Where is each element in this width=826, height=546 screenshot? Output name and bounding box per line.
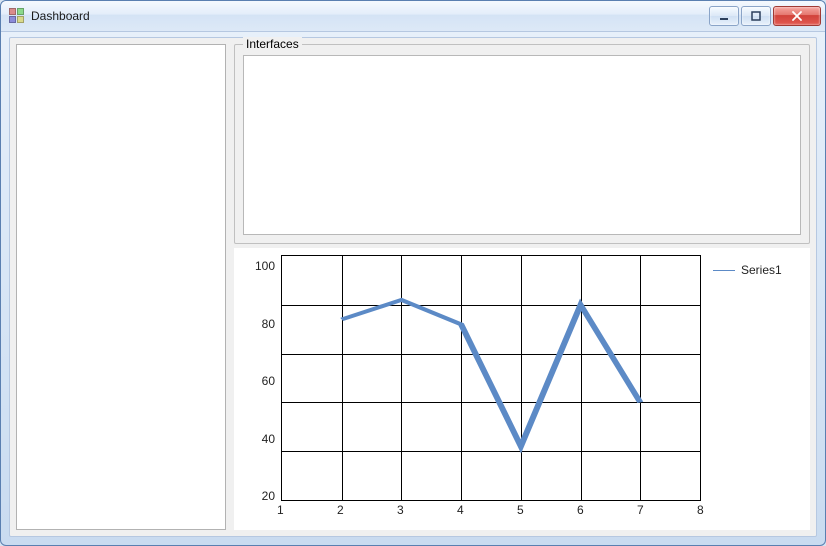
legend-label: Series1 <box>741 263 782 277</box>
legend-swatch-icon <box>713 270 735 271</box>
maximize-button[interactable] <box>741 6 771 26</box>
client-area: Interfaces 100 80 60 40 20 <box>9 37 817 537</box>
chart-legend: Series1 <box>701 255 801 525</box>
window-controls <box>709 6 821 26</box>
chart-area: 100 80 60 40 20 12345 <box>234 248 810 530</box>
chart-plot <box>281 255 701 501</box>
minimize-icon <box>719 11 729 21</box>
y-tick: 100 <box>241 259 275 273</box>
close-button[interactable] <box>773 6 821 26</box>
maximize-icon <box>751 11 761 21</box>
chart-y-axis: 100 80 60 40 20 <box>241 255 281 525</box>
chart-x-axis: 12345678 <box>281 501 701 525</box>
interfaces-label: Interfaces <box>243 37 302 51</box>
app-icon <box>9 8 25 24</box>
interfaces-groupbox: Interfaces <box>234 44 810 244</box>
close-icon <box>791 11 803 21</box>
y-tick: 60 <box>241 374 275 388</box>
chart-line-svg <box>282 256 700 500</box>
minimize-button[interactable] <box>709 6 739 26</box>
y-tick: 20 <box>241 489 275 503</box>
app-window: Dashboard Interfaces <box>0 0 826 546</box>
titlebar[interactable]: Dashboard <box>1 1 825 32</box>
y-tick: 40 <box>241 432 275 446</box>
legend-item-series1: Series1 <box>713 263 797 277</box>
interfaces-panel[interactable] <box>243 55 801 235</box>
left-list-panel[interactable] <box>16 44 226 530</box>
y-tick: 80 <box>241 317 275 331</box>
window-title: Dashboard <box>31 9 90 23</box>
